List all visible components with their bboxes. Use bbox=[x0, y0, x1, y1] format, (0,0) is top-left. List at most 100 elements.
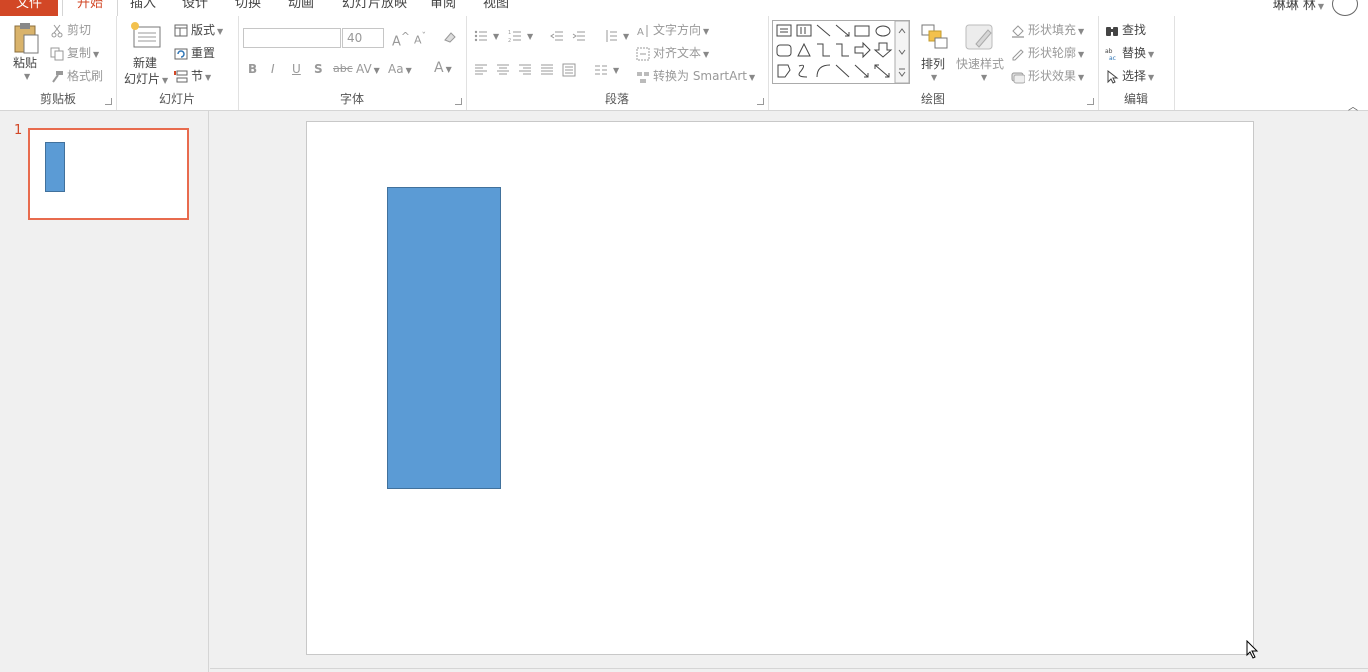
font-name-combo[interactable] bbox=[243, 28, 341, 48]
new-slide-button[interactable] bbox=[130, 21, 164, 54]
justify-icon bbox=[541, 64, 553, 74]
new-slide-label-2[interactable]: 幻灯片 ▼ bbox=[124, 70, 168, 87]
ribbon-tab-bar: 文件 开始 插入 设计 切换 动画 幻灯片放映 审阅 视图 琳琳 林 ▼ bbox=[0, 0, 1368, 16]
arrange-button[interactable] bbox=[920, 23, 948, 54]
align-right-button[interactable] bbox=[518, 62, 535, 77]
paragraph-group-label: 段落 bbox=[604, 92, 629, 106]
scissors-icon bbox=[51, 24, 63, 37]
replace-button[interactable]: ab ac 替换 ▼ bbox=[1105, 44, 1154, 61]
drawing-group-label: 绘图 bbox=[920, 92, 945, 106]
align-text-button[interactable]: 对齐文本 ▼ bbox=[636, 44, 709, 61]
reset-button[interactable]: 重置 bbox=[174, 44, 215, 61]
clipboard-dialog-launcher[interactable] bbox=[105, 98, 112, 105]
quick-styles-button[interactable] bbox=[964, 22, 996, 55]
paint-bucket-icon bbox=[1012, 24, 1024, 38]
shrink-font-button[interactable]: Aˇ bbox=[414, 31, 426, 47]
bullets-button[interactable]: ▼ bbox=[474, 28, 499, 43]
align-center-icon bbox=[497, 64, 509, 74]
svg-text:ab: ab bbox=[1105, 48, 1113, 55]
svg-text:1: 1 bbox=[508, 30, 511, 36]
new-slide-icon bbox=[131, 22, 161, 48]
convert-smartart-button[interactable]: 转换为 SmartArt ▼ bbox=[636, 67, 755, 84]
numbering-icon: 12 bbox=[508, 30, 521, 43]
tab-insert[interactable]: 插入 bbox=[130, 0, 156, 16]
arrange-dropdown[interactable]: ▼ bbox=[929, 69, 937, 83]
align-left-icon bbox=[475, 64, 487, 74]
shadow-button[interactable]: S bbox=[314, 62, 323, 76]
font-group-label: 字体 bbox=[339, 92, 364, 106]
clear-formatting-button[interactable] bbox=[443, 29, 460, 44]
svg-text:A: A bbox=[637, 27, 644, 38]
cursor-arrow-icon bbox=[1107, 69, 1119, 84]
pencil-icon bbox=[1012, 48, 1024, 60]
quick-styles-dropdown[interactable]: ▼ bbox=[979, 69, 987, 83]
change-case-button[interactable]: Aa ▼ bbox=[388, 62, 412, 76]
mouse-cursor-icon bbox=[1246, 640, 1259, 659]
ribbon: 粘贴 ▼ 剪切 复制 ▼ 格式刷 剪贴板 新建 幻灯片 ▼ 版式 ▼ 重置 节 … bbox=[0, 16, 1368, 113]
rectangle-shape[interactable] bbox=[387, 187, 501, 489]
grow-font-button[interactable]: A^ bbox=[392, 30, 410, 49]
font-size-combo[interactable]: 40 bbox=[342, 28, 384, 48]
tab-review[interactable]: 审阅 bbox=[430, 0, 456, 16]
cut-button[interactable]: 剪切 bbox=[50, 21, 91, 38]
line-spacing-button[interactable]: ▼ bbox=[604, 28, 629, 43]
increase-indent-button[interactable] bbox=[572, 28, 589, 43]
font-dialog-launcher[interactable] bbox=[455, 98, 462, 105]
group-clipboard: 粘贴 ▼ 剪切 复制 ▼ 格式刷 剪贴板 bbox=[0, 16, 117, 110]
tab-home[interactable]: 开始 bbox=[62, 0, 118, 16]
clipboard-icon bbox=[14, 23, 39, 54]
divider bbox=[210, 668, 1368, 669]
slide-canvas[interactable] bbox=[306, 121, 1254, 655]
paragraph-dialog-launcher[interactable] bbox=[757, 98, 764, 105]
character-spacing-button[interactable]: AV ▼ bbox=[356, 62, 380, 76]
distributed-icon bbox=[562, 63, 576, 76]
text-direction-button[interactable]: A 文字方向 ▼ bbox=[636, 21, 709, 38]
tab-transitions[interactable]: 切换 bbox=[235, 0, 261, 16]
tab-slideshow[interactable]: 幻灯片放映 bbox=[342, 0, 407, 16]
bold-button[interactable]: B bbox=[248, 62, 257, 76]
tab-animations[interactable]: 动画 bbox=[288, 0, 314, 16]
svg-text:2: 2 bbox=[508, 38, 511, 43]
strikethrough-button[interactable]: abc bbox=[333, 62, 353, 75]
copy-button[interactable]: 复制 ▼ bbox=[50, 44, 99, 61]
increase-indent-icon bbox=[572, 31, 585, 40]
distributed-button[interactable] bbox=[562, 62, 579, 77]
slides-group-label: 幻灯片 bbox=[158, 92, 195, 106]
columns-button[interactable]: ▼ bbox=[594, 62, 619, 77]
avatar[interactable] bbox=[1332, 0, 1358, 16]
group-editing: 查找 ab ac 替换 ▼ 选择 ▼ 编辑 bbox=[1098, 16, 1175, 110]
tab-file[interactable]: 文件 bbox=[0, 0, 58, 16]
collapse-ribbon-icon[interactable]: ︿ bbox=[1348, 98, 1358, 113]
new-slide-label-1: 新建 bbox=[133, 56, 158, 70]
find-button[interactable]: 查找 bbox=[1105, 21, 1146, 38]
format-painter-button[interactable]: 格式刷 bbox=[50, 67, 103, 84]
shape-fill-button[interactable]: 形状填充 ▼ bbox=[1011, 21, 1084, 38]
justify-button[interactable] bbox=[540, 62, 557, 77]
shapes-gallery[interactable] bbox=[772, 20, 910, 84]
tab-view[interactable]: 视图 bbox=[483, 0, 509, 16]
underline-button[interactable]: U bbox=[292, 62, 301, 76]
font-color-button[interactable]: A ▼ bbox=[434, 60, 452, 76]
user-name[interactable]: 琳琳 林 ▼ bbox=[1273, 0, 1324, 13]
svg-text:ac: ac bbox=[1109, 55, 1116, 61]
group-paragraph: ▼ 1 2 ▼ ▼ ▼ A 文字方向 ▼ 对齐文本 ▼ 转换为 SmartArt ▼ 段落 bbox=[466, 16, 769, 110]
slide-thumbnail[interactable] bbox=[28, 128, 189, 220]
tab-design[interactable]: 设计 bbox=[182, 0, 208, 16]
paste-dropdown[interactable]: ▼ bbox=[22, 68, 30, 82]
decrease-indent-button[interactable] bbox=[550, 28, 567, 43]
drawing-dialog-launcher[interactable] bbox=[1087, 98, 1094, 105]
text-direction-icon: A bbox=[637, 24, 648, 38]
numbering-button[interactable]: 1 2 ▼ bbox=[508, 28, 533, 43]
shape-effects-icon bbox=[1011, 72, 1025, 83]
align-left-button[interactable] bbox=[474, 62, 491, 77]
group-slides: 新建 幻灯片 ▼ 版式 ▼ 重置 节 ▼ 幻灯片 bbox=[116, 16, 239, 110]
thumbnail-rectangle-shape bbox=[45, 142, 65, 192]
shape-outline-button[interactable]: 形状轮廓 ▼ bbox=[1011, 44, 1084, 61]
select-button[interactable]: 选择 ▼ bbox=[1105, 67, 1154, 84]
layout-button[interactable]: 版式 ▼ bbox=[174, 21, 223, 38]
decrease-indent-icon bbox=[550, 31, 563, 40]
italic-button[interactable]: I bbox=[271, 62, 275, 76]
align-center-button[interactable] bbox=[496, 62, 513, 77]
section-button[interactable]: 节 ▼ bbox=[174, 67, 211, 84]
shape-effects-button[interactable]: 形状效果 ▼ bbox=[1011, 67, 1084, 84]
